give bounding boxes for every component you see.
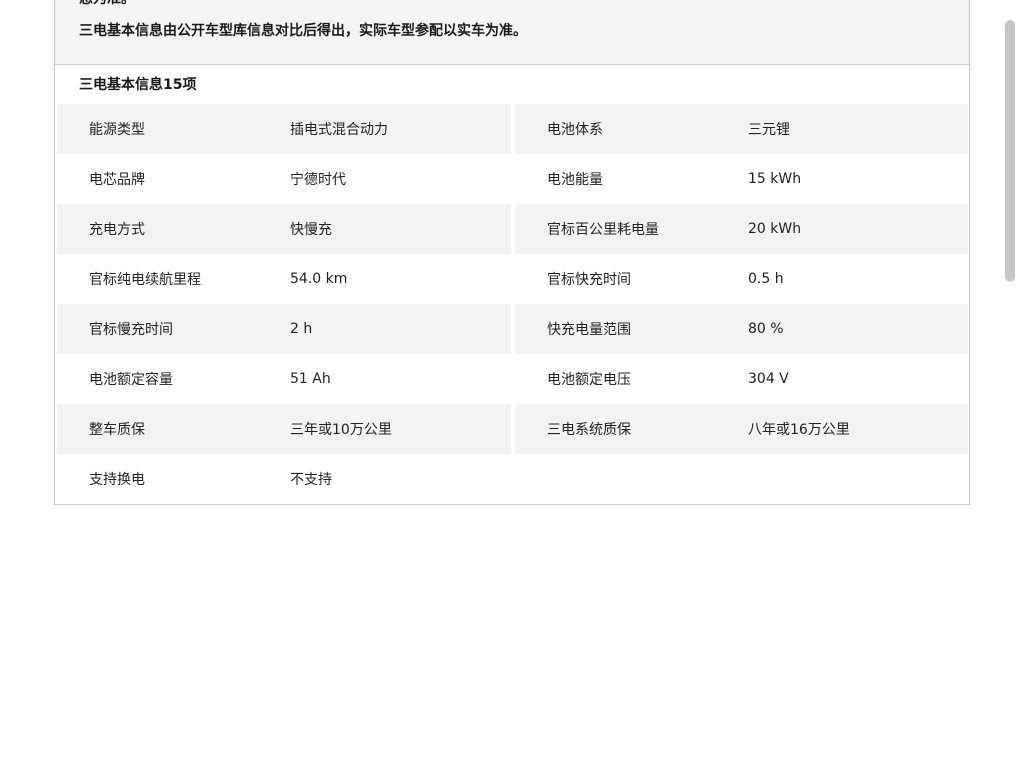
spec-item-charging-mode: 充电方式 快慢充	[57, 204, 511, 254]
spec-label: 官标纯电续航里程	[89, 272, 201, 288]
spec-value: 三元锂	[748, 122, 790, 138]
spec-label: 支持换电	[89, 472, 145, 488]
spec-label: 官标快充时间	[547, 272, 631, 288]
spec-item-cell-brand: 电芯品牌 宁德时代	[57, 154, 511, 204]
spec-item-rated-voltage: 电池额定电压 304 V	[515, 354, 968, 404]
section-title: 三电基本信息15项	[79, 77, 197, 93]
disclaimer-line-1: 息为准。	[79, 0, 135, 8]
spec-row: 能源类型 插电式混合动力 电池体系 三元锂	[55, 104, 969, 154]
spec-value: 15 kWh	[748, 171, 802, 187]
spec-value: 304 V	[748, 371, 789, 387]
disclaimer-notice: 息为准。 三电基本信息由公开车型库信息对比后得出，实际车型参配以实车为准。	[55, 0, 969, 65]
spec-item-energy-type: 能源类型 插电式混合动力	[57, 104, 511, 154]
spec-label: 整车质保	[89, 422, 145, 438]
spec-value: 宁德时代	[290, 172, 346, 188]
spec-row: 官标慢充时间 2 h 快充电量范围 80 %	[55, 304, 969, 354]
spec-item-consumption: 官标百公里耗电量 20 kWh	[515, 204, 968, 254]
spec-label: 快充电量范围	[547, 322, 631, 338]
spec-item-fast-charge-time: 官标快充时间 0.5 h	[515, 254, 968, 304]
disclaimer-line-2: 三电基本信息由公开车型库信息对比后得出，实际车型参配以实车为准。	[79, 23, 527, 39]
spec-value: 插电式混合动力	[290, 122, 388, 138]
spec-item-ev-range: 官标纯电续航里程 54.0 km	[57, 254, 511, 304]
spec-value: 80 %	[748, 321, 784, 337]
spec-grid: 能源类型 插电式混合动力 电池体系 三元锂 电芯品牌 宁德时代 电池能量 15 …	[55, 104, 969, 504]
spec-label: 充电方式	[89, 222, 145, 238]
spec-value: 54.0 km	[290, 271, 348, 287]
spec-row: 电池额定容量 51 Ah 电池额定电压 304 V	[55, 354, 969, 404]
spec-label: 电池额定电压	[547, 372, 631, 388]
spec-row: 整车质保 三年或10万公里 三电系统质保 八年或16万公里	[55, 404, 969, 454]
spec-item-vehicle-warranty: 整车质保 三年或10万公里	[57, 404, 511, 454]
spec-value: 快慢充	[290, 222, 332, 238]
battery-info-card: 息为准。 三电基本信息由公开车型库信息对比后得出，实际车型参配以实车为准。 三电…	[54, 0, 970, 505]
spec-value: 不支持	[290, 472, 332, 488]
spec-label: 电池体系	[547, 122, 603, 138]
spec-item-system-warranty: 三电系统质保 八年或16万公里	[515, 404, 968, 454]
spec-value: 三年或10万公里	[290, 422, 392, 438]
spec-item-empty	[515, 454, 968, 504]
spec-label: 官标百公里耗电量	[547, 222, 659, 238]
spec-value: 0.5 h	[748, 271, 784, 287]
spec-row: 充电方式 快慢充 官标百公里耗电量 20 kWh	[55, 204, 969, 254]
spec-value: 20 kWh	[748, 221, 802, 237]
spec-value: 八年或16万公里	[748, 422, 850, 438]
spec-row: 电芯品牌 宁德时代 电池能量 15 kWh	[55, 154, 969, 204]
spec-row: 支持换电 不支持	[55, 454, 969, 504]
spec-label: 能源类型	[89, 122, 145, 138]
spec-value: 2 h	[290, 321, 313, 337]
spec-label: 电池额定容量	[89, 372, 173, 388]
spec-item-rated-capacity: 电池额定容量 51 Ah	[57, 354, 511, 404]
spec-value: 51 Ah	[290, 371, 331, 387]
spec-label: 电池能量	[547, 172, 603, 188]
spec-item-fast-charge-range: 快充电量范围 80 %	[515, 304, 968, 354]
vertical-scrollbar[interactable]	[1005, 20, 1015, 282]
spec-item-slow-charge-time: 官标慢充时间 2 h	[57, 304, 511, 354]
spec-item-battery-energy: 电池能量 15 kWh	[515, 154, 968, 204]
spec-item-battery-chemistry: 电池体系 三元锂	[515, 104, 968, 154]
spec-label: 三电系统质保	[547, 422, 631, 438]
spec-label: 电芯品牌	[89, 172, 145, 188]
spec-item-battery-swap: 支持换电 不支持	[57, 454, 511, 504]
page: 息为准。 三电基本信息由公开车型库信息对比后得出，实际车型参配以实车为准。 三电…	[0, 0, 1024, 768]
spec-row: 官标纯电续航里程 54.0 km 官标快充时间 0.5 h	[55, 254, 969, 304]
spec-label: 官标慢充时间	[89, 322, 173, 338]
